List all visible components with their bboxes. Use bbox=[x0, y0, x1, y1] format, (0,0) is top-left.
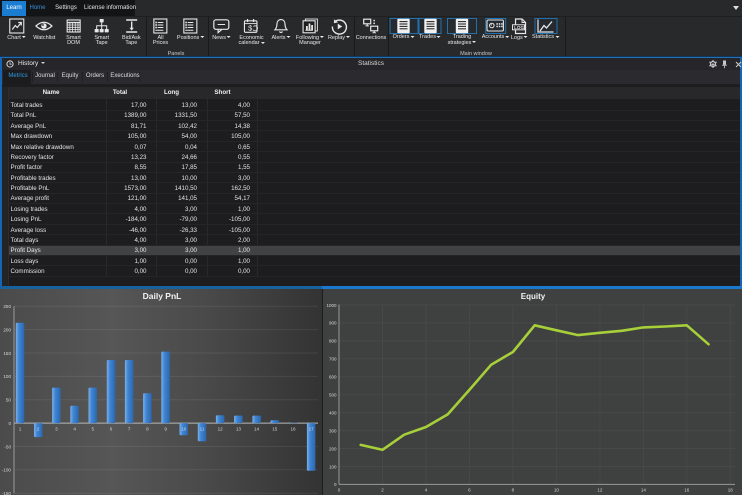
svg-text:6: 6 bbox=[468, 488, 471, 493]
svg-text:3: 3 bbox=[55, 427, 58, 432]
svg-text:600: 600 bbox=[329, 375, 337, 380]
svg-text:50: 50 bbox=[6, 398, 12, 403]
svg-text:6: 6 bbox=[110, 427, 113, 432]
svg-text:0: 0 bbox=[8, 421, 11, 426]
svg-text:10: 10 bbox=[181, 427, 187, 432]
svg-text:11: 11 bbox=[200, 427, 205, 432]
svg-text:Daily PnL: Daily PnL bbox=[143, 291, 182, 301]
svg-text:1: 1 bbox=[19, 427, 22, 432]
svg-text:15: 15 bbox=[272, 427, 278, 432]
svg-text:4: 4 bbox=[425, 488, 428, 493]
svg-text:2: 2 bbox=[381, 488, 384, 493]
svg-text:10: 10 bbox=[554, 488, 560, 493]
svg-text:14: 14 bbox=[641, 488, 647, 493]
svg-text:9: 9 bbox=[164, 427, 167, 432]
svg-text:500: 500 bbox=[329, 393, 337, 398]
svg-text:-50: -50 bbox=[4, 444, 11, 449]
svg-text:800: 800 bbox=[329, 339, 337, 344]
svg-text:400: 400 bbox=[329, 410, 337, 415]
svg-text:7: 7 bbox=[128, 427, 131, 432]
svg-text:16: 16 bbox=[684, 488, 690, 493]
svg-text:100: 100 bbox=[3, 374, 11, 379]
svg-text:100: 100 bbox=[329, 464, 337, 469]
svg-text:13: 13 bbox=[236, 427, 242, 432]
svg-text:-100: -100 bbox=[2, 468, 12, 473]
svg-text:Equity: Equity bbox=[521, 292, 546, 301]
svg-text:200: 200 bbox=[3, 327, 11, 332]
svg-text:700: 700 bbox=[329, 357, 337, 362]
svg-text:2: 2 bbox=[37, 427, 40, 432]
svg-text:12: 12 bbox=[218, 427, 224, 432]
svg-text:1000: 1000 bbox=[326, 303, 337, 308]
svg-text:300: 300 bbox=[329, 428, 337, 433]
svg-text:12: 12 bbox=[597, 488, 603, 493]
svg-text:17: 17 bbox=[309, 427, 315, 432]
svg-text:4: 4 bbox=[73, 427, 76, 432]
svg-text:$: $ bbox=[248, 24, 253, 33]
svg-text:250: 250 bbox=[3, 304, 11, 309]
svg-text:5: 5 bbox=[92, 427, 95, 432]
svg-text:18: 18 bbox=[728, 488, 734, 493]
svg-text:0: 0 bbox=[334, 482, 337, 487]
svg-text:200: 200 bbox=[329, 446, 337, 451]
svg-text:-150: -150 bbox=[2, 491, 12, 495]
svg-text:900: 900 bbox=[329, 321, 337, 326]
svg-text:LOG: LOG bbox=[514, 24, 524, 29]
svg-text:8: 8 bbox=[146, 427, 149, 432]
svg-text:150: 150 bbox=[3, 351, 11, 356]
svg-text:0: 0 bbox=[338, 488, 341, 493]
svg-text:14: 14 bbox=[254, 427, 260, 432]
svg-text:8: 8 bbox=[512, 488, 515, 493]
svg-text:16: 16 bbox=[290, 427, 296, 432]
